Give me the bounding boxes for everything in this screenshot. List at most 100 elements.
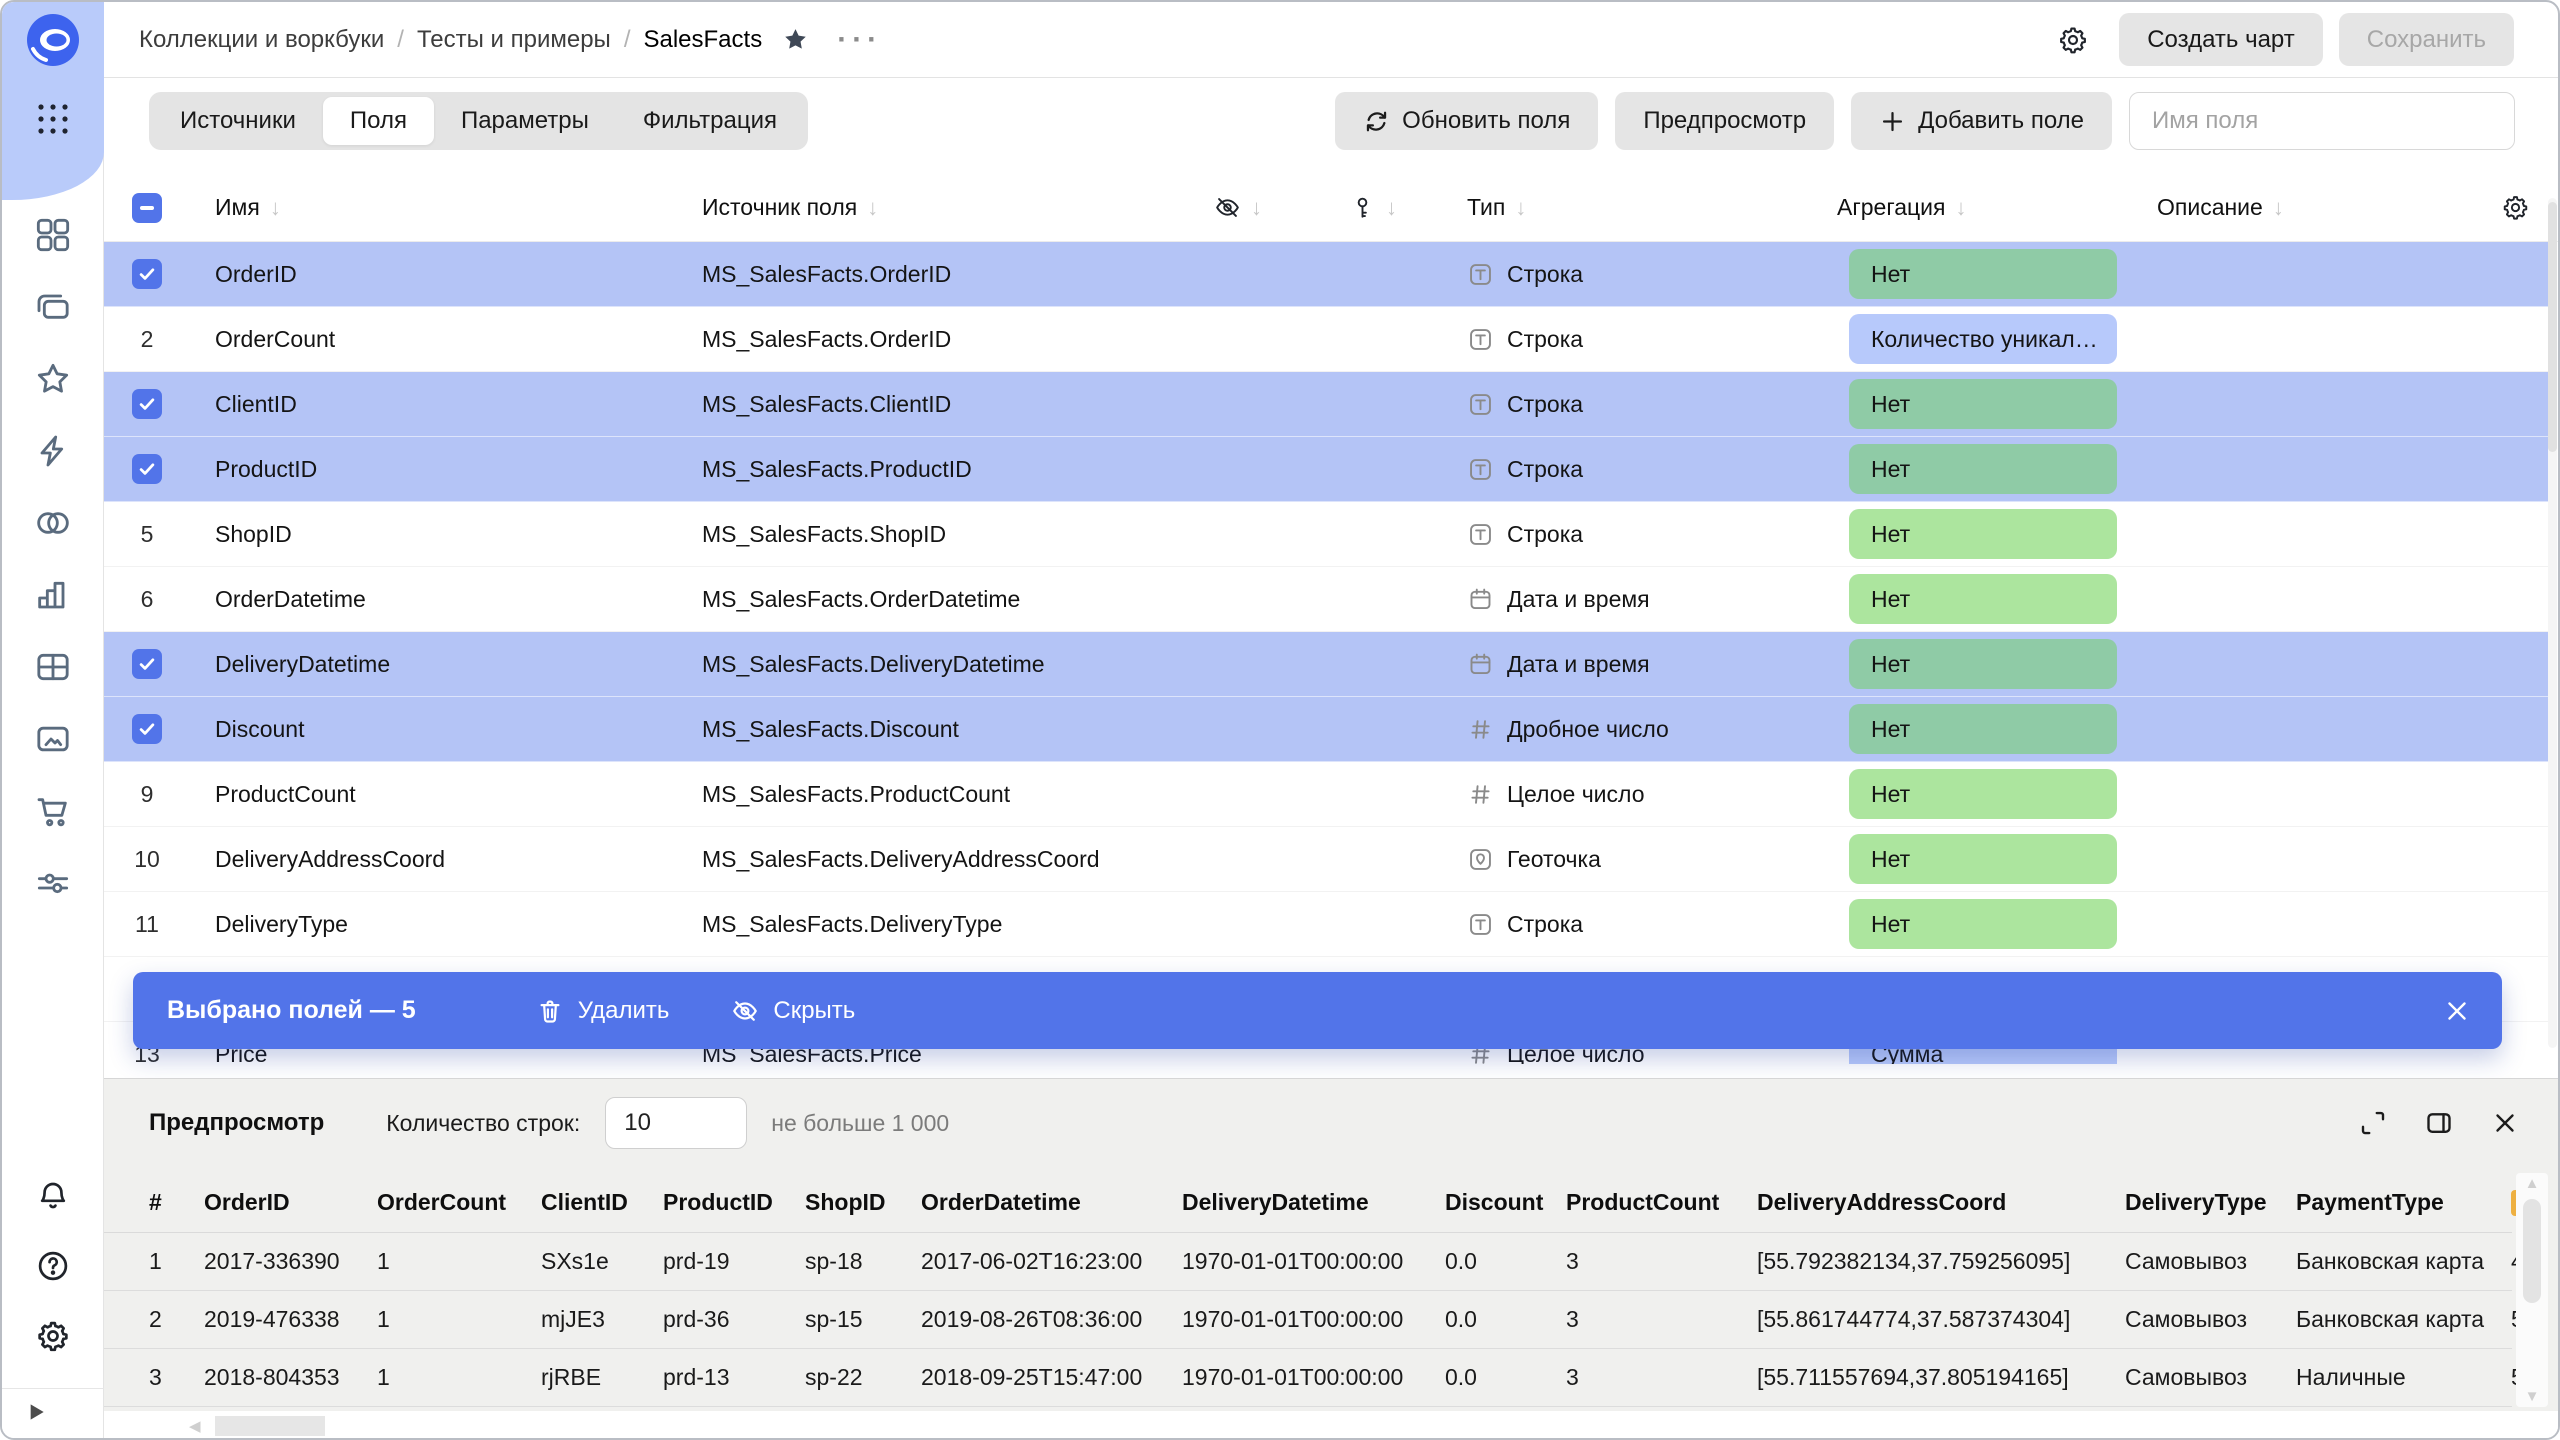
- field-name-search-input[interactable]: [2129, 92, 2515, 150]
- tab-parameters[interactable]: Параметры: [434, 97, 616, 145]
- scroll-down-arrow-icon[interactable]: ▼: [2516, 1388, 2548, 1405]
- more-menu-icon[interactable]: ···: [837, 35, 882, 45]
- preview-cell: 2018-804353: [204, 1364, 377, 1391]
- plus-icon: [1879, 108, 1906, 135]
- row-checkbox[interactable]: [132, 454, 162, 484]
- field-row[interactable]: DeliveryDatetimeMS_SalesFacts.DeliveryDa…: [104, 632, 2548, 697]
- add-field-button[interactable]: Добавить поле: [1851, 92, 2112, 150]
- field-type-cell: Строка: [1467, 391, 1837, 418]
- breadcrumb-collections[interactable]: Коллекции и воркбуки: [139, 26, 384, 54]
- close-preview-icon[interactable]: [2490, 1108, 2520, 1138]
- sort-arrow-icon: ↓: [1515, 195, 1526, 221]
- quick-actions-icon[interactable]: [33, 431, 73, 471]
- favorite-star-icon[interactable]: [782, 26, 809, 53]
- column-header-type[interactable]: Тип↓: [1467, 194, 1837, 221]
- field-row[interactable]: DiscountMS_SalesFacts.DiscountДробное чи…: [104, 697, 2548, 762]
- aggregation-pill[interactable]: Нет: [1849, 249, 2117, 299]
- row-count-input[interactable]: [605, 1097, 747, 1149]
- field-row[interactable]: 5ShopIDMS_SalesFacts.ShopIDСтрокаНет: [104, 502, 2548, 567]
- files-icon[interactable]: [33, 719, 73, 759]
- preview-cell: SXs1e: [541, 1248, 663, 1275]
- sidebar-collapse-toggle[interactable]: [2, 1388, 104, 1438]
- field-name-cell: ProductCount: [215, 781, 702, 808]
- column-header-name[interactable]: Имя↓: [215, 194, 702, 221]
- split-view-icon[interactable]: [2424, 1108, 2454, 1138]
- row-select-cell: 9: [132, 781, 215, 808]
- field-row[interactable]: OrderIDMS_SalesFacts.OrderIDСтрокаНет: [104, 242, 2548, 307]
- row-checkbox[interactable]: [132, 714, 162, 744]
- field-row[interactable]: ProductIDMS_SalesFacts.ProductIDСтрокаНе…: [104, 437, 2548, 502]
- delete-selected-button[interactable]: Удалить: [536, 997, 670, 1025]
- aggregation-pill[interactable]: Нет: [1849, 444, 2117, 494]
- breadcrumb: Коллекции и воркбуки / Тесты и примеры /…: [139, 26, 882, 54]
- row-checkbox[interactable]: [132, 649, 162, 679]
- breadcrumb-tests[interactable]: Тесты и примеры: [417, 26, 611, 54]
- preview-horizontal-scrollbar[interactable]: ◀: [104, 1411, 2560, 1440]
- scroll-up-arrow-icon[interactable]: ▲: [2516, 1175, 2548, 1192]
- field-row[interactable]: 2OrderCountMS_SalesFacts.OrderIDСтрокаКо…: [104, 307, 2548, 372]
- preview-cell: 1: [377, 1364, 541, 1391]
- favorites-icon[interactable]: [33, 359, 73, 399]
- fields-vertical-scrollbar[interactable]: [2548, 198, 2557, 1048]
- field-row[interactable]: 9ProductCountMS_SalesFacts.ProductCountЦ…: [104, 762, 2548, 827]
- settings-icon[interactable]: [35, 1318, 71, 1354]
- scrollbar-thumb[interactable]: [2548, 202, 2557, 452]
- field-name-cell: ProductID: [215, 456, 702, 483]
- field-type-label: Строка: [1507, 261, 1583, 288]
- datasets-icon[interactable]: [33, 647, 73, 687]
- preview-rows: 12017-3363901SXs1eprd-19sp-182017-06-02T…: [104, 1233, 2512, 1407]
- preview-toggle-button[interactable]: Предпросмотр: [1615, 92, 1834, 150]
- aggregation-pill[interactable]: Нет: [1849, 379, 2117, 429]
- notifications-icon[interactable]: [35, 1178, 71, 1214]
- row-checkbox[interactable]: [132, 389, 162, 419]
- aggregation-pill[interactable]: Нет: [1849, 574, 2117, 624]
- aggregation-pill[interactable]: Нет: [1849, 769, 2117, 819]
- aggregation-pill[interactable]: Нет: [1849, 704, 2117, 754]
- column-header-description[interactable]: Описание↓: [2157, 194, 2487, 221]
- tab-sources[interactable]: Источники: [153, 97, 323, 145]
- save-button[interactable]: Сохранить: [2339, 13, 2514, 66]
- column-header-visibility[interactable]: ↓: [1214, 194, 1349, 221]
- row-checkbox[interactable]: [132, 259, 162, 289]
- table-settings-gear-icon[interactable]: [2501, 193, 2530, 222]
- tab-fields[interactable]: Поля: [323, 97, 434, 145]
- scrollbar-thumb[interactable]: [2523, 1199, 2541, 1303]
- connections-icon[interactable]: [33, 503, 73, 543]
- expand-icon[interactable]: [2358, 1108, 2388, 1138]
- hide-selected-button[interactable]: Скрыть: [731, 997, 855, 1025]
- close-selection-bar-icon[interactable]: [2442, 996, 2472, 1026]
- field-row[interactable]: 6OrderDatetimeMS_SalesFacts.OrderDatetim…: [104, 567, 2548, 632]
- breadcrumb-current: SalesFacts: [643, 26, 762, 54]
- refresh-fields-button[interactable]: Обновить поля: [1335, 92, 1598, 150]
- create-chart-button[interactable]: Создать чарт: [2119, 13, 2323, 66]
- column-header-source[interactable]: Источник поля↓: [702, 194, 1214, 221]
- column-header-aggregation[interactable]: Агрегация↓: [1837, 194, 2157, 221]
- scrollbar-thumb[interactable]: [215, 1416, 325, 1436]
- dataset-settings-gear-icon[interactable]: [2057, 24, 2089, 56]
- preview-cell: prd-13: [663, 1364, 805, 1391]
- aggregation-pill[interactable]: Нет: [1849, 834, 2117, 884]
- aggregation-pill[interactable]: Нет: [1849, 899, 2117, 949]
- preview-cell: rjRBE: [541, 1364, 663, 1391]
- field-row[interactable]: ClientIDMS_SalesFacts.ClientIDСтрокаНет: [104, 372, 2548, 437]
- aggregation-pill[interactable]: Нет: [1849, 639, 2117, 689]
- aggregation-pill[interactable]: Нет: [1849, 509, 2117, 559]
- marketplace-icon[interactable]: [33, 791, 73, 831]
- field-row[interactable]: 11DeliveryTypeMS_SalesFacts.DeliveryType…: [104, 892, 2548, 957]
- column-header-key[interactable]: ↓: [1349, 194, 1467, 221]
- charts-icon[interactable]: [33, 575, 73, 615]
- datalens-logo-icon[interactable]: [25, 12, 81, 68]
- tab-filtering[interactable]: Фильтрация: [616, 97, 804, 145]
- workbooks-icon[interactable]: [33, 287, 73, 327]
- scroll-left-arrow-icon[interactable]: ◀: [189, 1417, 201, 1435]
- services-icon[interactable]: [33, 863, 73, 903]
- preview-vertical-scrollbar[interactable]: ▲ ▼: [2516, 1173, 2548, 1407]
- preview-cell: Самовывоз: [2125, 1248, 2296, 1275]
- help-icon[interactable]: [35, 1248, 71, 1284]
- aggregation-pill[interactable]: Количество уникал…: [1849, 314, 2117, 364]
- apps-grid-icon[interactable]: [33, 102, 73, 136]
- select-all-checkbox[interactable]: [132, 193, 162, 223]
- field-row[interactable]: 10DeliveryAddressCoordMS_SalesFacts.Deli…: [104, 827, 2548, 892]
- collections-icon[interactable]: [33, 215, 73, 255]
- field-type-label: Геоточка: [1507, 846, 1601, 873]
